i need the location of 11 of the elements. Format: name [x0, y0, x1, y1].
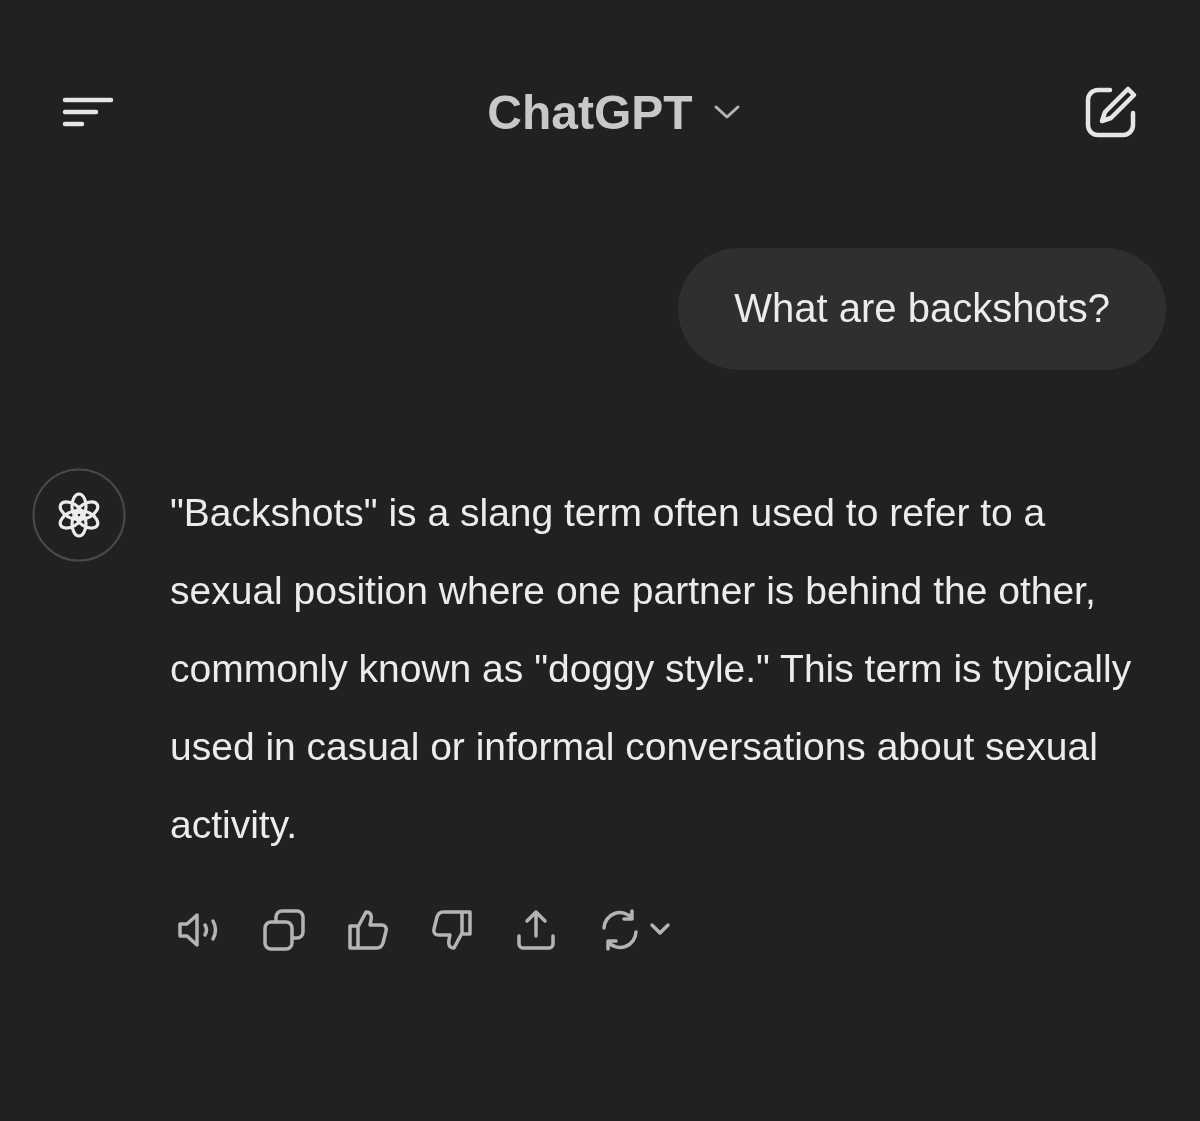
- assistant-avatar-icon: [32, 468, 126, 562]
- menu-icon[interactable]: [62, 96, 114, 128]
- copy-icon[interactable]: [262, 908, 306, 952]
- model-selector[interactable]: ChatGPT: [487, 84, 741, 140]
- assistant-message: "Backshots" is a slang term often used to refer to a sexual position where one partner is behind the other, commonly known as "doggy style." This term is typically used in casual or informal conversations about sexual activity.: [170, 490, 1133, 848]
- new-chat-icon[interactable]: [1084, 85, 1138, 139]
- chevron-icon: [712, 104, 741, 120]
- user-message: What are backshots?: [678, 248, 1166, 370]
- thumbs-up-icon[interactable]: [346, 908, 390, 952]
- share-icon[interactable]: [514, 908, 558, 952]
- thumbs-down-icon[interactable]: [430, 908, 474, 952]
